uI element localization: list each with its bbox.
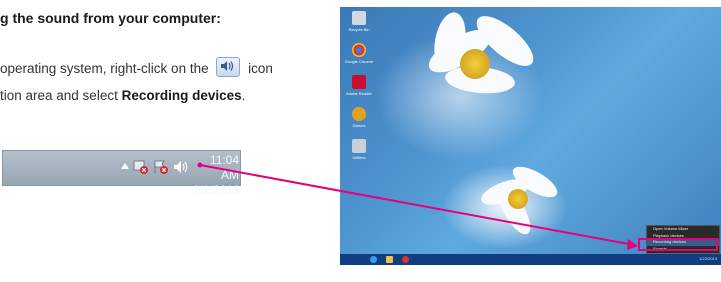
callout-arrow (197, 162, 638, 250)
